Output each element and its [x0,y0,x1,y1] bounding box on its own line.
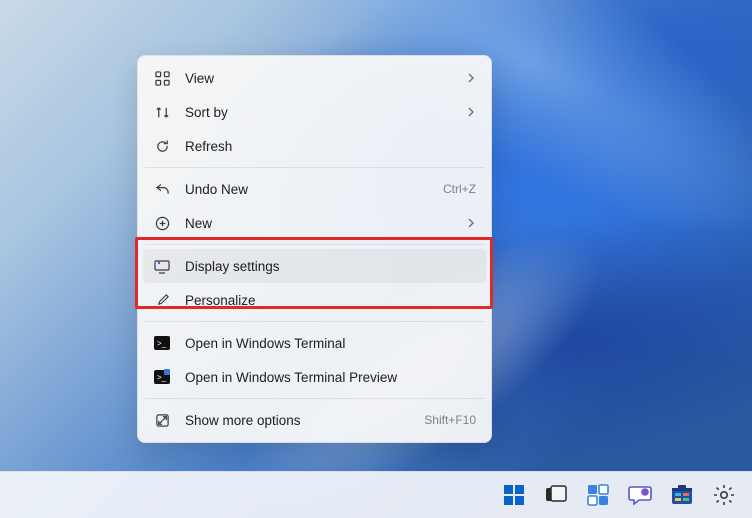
menu-item-label: Sort by [185,105,456,120]
menu-item-label: Personalize [185,293,476,308]
chevron-right-icon [466,218,476,228]
menu-item-label: Refresh [185,139,476,154]
taskbar-app-settings-icon[interactable] [710,481,738,509]
menu-item-personalize[interactable]: Personalize [143,283,486,317]
chevron-right-icon [466,107,476,117]
view-grid-icon [153,69,171,87]
plus-circle-icon [153,214,171,232]
menu-item-shortcut: Ctrl+Z [443,182,476,196]
menu-item-open-terminal[interactable]: >_ Open in Windows Terminal [143,326,486,360]
menu-item-view[interactable]: View [143,61,486,95]
menu-separator [145,321,484,322]
menu-item-open-terminal-preview[interactable]: >_ Open in Windows Terminal Preview [143,360,486,394]
menu-item-refresh[interactable]: Refresh [143,129,486,163]
menu-item-shortcut: Shift+F10 [424,413,476,427]
menu-item-sort-by[interactable]: Sort by [143,95,486,129]
widgets-button[interactable] [584,481,612,509]
menu-item-show-more-options[interactable]: Show more options Shift+F10 [143,403,486,437]
refresh-icon [153,137,171,155]
menu-separator [145,398,484,399]
menu-item-label: Open in Windows Terminal Preview [185,370,476,385]
menu-item-label: View [185,71,456,86]
menu-item-label: Display settings [185,259,476,274]
undo-icon [153,180,171,198]
sort-icon [153,103,171,121]
chevron-right-icon [466,73,476,83]
show-more-icon [153,411,171,429]
start-button[interactable] [500,481,528,509]
menu-item-display-settings[interactable]: Display settings [143,249,486,283]
task-view-button[interactable] [542,481,570,509]
menu-separator [145,244,484,245]
terminal-icon: >_ [153,334,171,352]
desktop-context-menu: View Sort by Refresh Undo New [137,55,492,443]
menu-item-new[interactable]: New [143,206,486,240]
personalize-brush-icon [153,291,171,309]
terminal-preview-icon: >_ [153,368,171,386]
display-settings-icon [153,257,171,275]
taskbar [0,471,752,518]
menu-item-label: New [185,216,456,231]
menu-item-undo-new[interactable]: Undo New Ctrl+Z [143,172,486,206]
taskbar-app-store-icon[interactable] [668,481,696,509]
menu-item-label: Undo New [185,182,433,197]
menu-item-label: Open in Windows Terminal [185,336,476,351]
chat-button[interactable] [626,481,654,509]
menu-item-label: Show more options [185,413,414,428]
menu-separator [145,167,484,168]
